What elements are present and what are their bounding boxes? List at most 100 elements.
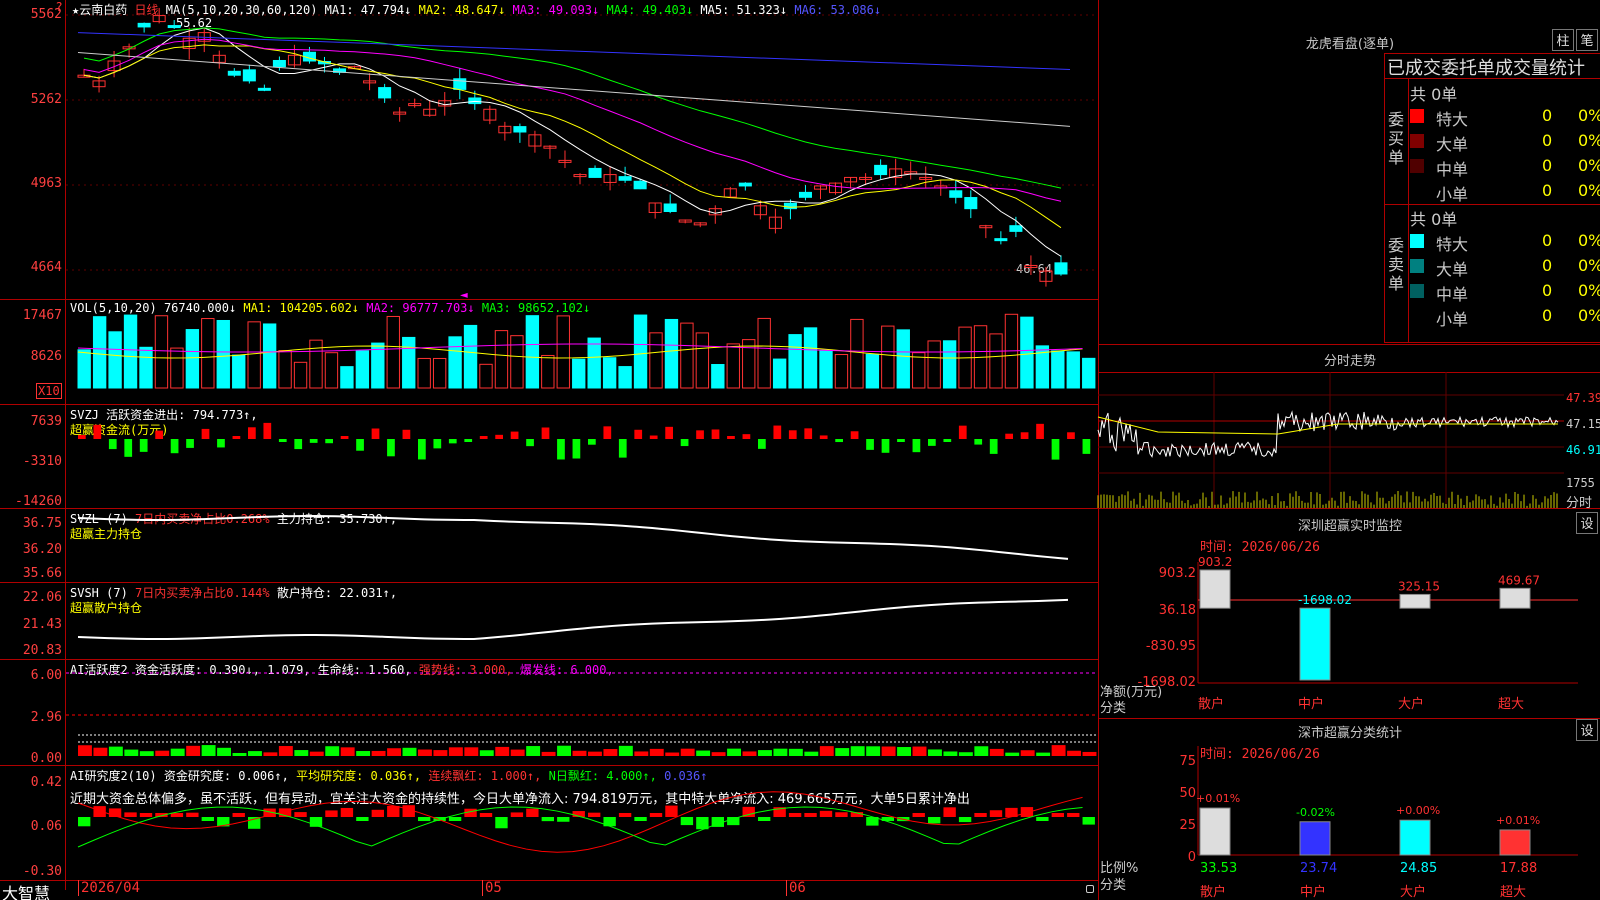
- flow-bar: [139, 439, 148, 452]
- pct-label: +0.01%: [1196, 792, 1240, 805]
- buy-row-s: 小单00%: [1436, 181, 1600, 204]
- volume-bar: [340, 366, 354, 389]
- category-label: 大户: [1400, 884, 1426, 900]
- candle: [468, 97, 482, 105]
- candle: [874, 164, 888, 176]
- research-bar: [510, 812, 524, 817]
- flow-bar: [495, 434, 503, 439]
- flow-bar: [340, 436, 349, 439]
- flow-bar: [618, 439, 627, 458]
- activity-bar: [93, 747, 108, 756]
- candle: [513, 126, 527, 133]
- brand-logo: 大智慧: [2, 884, 51, 900]
- flow-bar: [557, 439, 565, 460]
- activity-bar: [1082, 751, 1097, 756]
- flow-bar: [943, 439, 952, 442]
- volume-bar: [896, 329, 910, 389]
- panel-divider: [1098, 344, 1600, 345]
- flow-bar: [217, 439, 225, 448]
- intraday-chart[interactable]: [1097, 372, 1564, 508]
- flow-bar: [232, 436, 241, 439]
- volume-bar: [247, 321, 261, 389]
- swatch-icon: [1410, 159, 1424, 173]
- tick-mode-button[interactable]: 笔: [1576, 29, 1598, 51]
- volume-bar: [525, 315, 540, 389]
- flow-bar: [309, 439, 318, 443]
- activity-bar: [819, 746, 834, 756]
- retail-holding-chart: [77, 598, 1069, 640]
- volume-bar: [834, 354, 849, 389]
- flow-bar: [155, 430, 163, 439]
- flow-bar: [402, 429, 411, 439]
- candle: [994, 238, 1008, 242]
- activity-bar: [696, 750, 711, 756]
- lock-icon[interactable]: [1086, 885, 1094, 893]
- swatch-icon: [1410, 284, 1424, 298]
- research-bar: [418, 817, 431, 822]
- flow-bar: [356, 439, 364, 451]
- intraday-price-low: 46.91: [1566, 443, 1600, 457]
- activity-bar: [541, 751, 556, 756]
- intraday-vol: 1755: [1566, 476, 1595, 490]
- dragon-subtitle: 已成交委托单成交量统计: [1384, 53, 1600, 78]
- volume-bar: [742, 339, 756, 389]
- volume-bar: [154, 315, 169, 389]
- volume-bar: [1066, 351, 1080, 389]
- value-label: 24.85: [1400, 861, 1437, 876]
- volume-bar: [711, 364, 725, 389]
- volume-bar: [726, 343, 740, 389]
- candlestick-chart[interactable]: ◄: [0, 0, 1098, 301]
- candle: [227, 70, 241, 76]
- volume-bar: [262, 323, 277, 389]
- research-bar: [788, 812, 802, 817]
- activity-bar: [309, 751, 324, 756]
- volume-bar: [232, 354, 246, 389]
- flow-bar: [325, 439, 333, 444]
- research-bar: [680, 817, 694, 826]
- swatch-icon: [1410, 109, 1424, 123]
- research-bar: [371, 809, 384, 817]
- research-bar: [758, 817, 771, 821]
- category-label: 散户: [1198, 696, 1224, 712]
- activity-bar: [897, 747, 911, 756]
- flow-bar: [124, 439, 133, 457]
- dragon-border: [1384, 204, 1600, 205]
- volume-bar: [324, 352, 339, 389]
- activity-bar: [263, 752, 278, 756]
- volume-bar: [695, 332, 710, 389]
- activity-bar: [881, 746, 896, 756]
- volume-bar: [633, 314, 648, 389]
- research-bar: [819, 810, 833, 817]
- sell-row-xl: 特大00%: [1410, 229, 1600, 254]
- research-bar: [541, 817, 554, 822]
- research-bar: [974, 813, 987, 817]
- research-bar: [943, 807, 956, 817]
- volume-bar: [432, 357, 447, 389]
- flow-bar: [108, 439, 117, 450]
- flow-bar: [78, 435, 86, 439]
- volume-bar: [402, 336, 416, 389]
- candle: [964, 197, 978, 210]
- research-bar: [78, 817, 91, 827]
- date-axis-start: 2026/04: [78, 880, 140, 896]
- category-label: 中户: [1298, 696, 1324, 712]
- intraday-price-mid: 47.15: [1566, 417, 1600, 431]
- activity-bar: [958, 752, 973, 756]
- candle: [618, 176, 632, 181]
- flow-bar: [680, 439, 689, 447]
- activity-bar: [1067, 750, 1081, 756]
- flow-bar: [912, 439, 921, 453]
- pct-label: -0.02%: [1296, 806, 1335, 819]
- net-amount-bar: [1299, 607, 1331, 681]
- bar-value-label: -1698.02: [1298, 593, 1352, 607]
- activity-bar: [124, 749, 139, 756]
- research-bar: [727, 817, 740, 826]
- activity-bar: [418, 749, 432, 756]
- activity-bar: [294, 750, 309, 756]
- flow-bar: [541, 427, 550, 439]
- ma4-line: [83, 27, 1062, 189]
- bar-mode-button[interactable]: 柱: [1552, 29, 1574, 51]
- volume-bar: [386, 315, 400, 389]
- flow-bar: [788, 430, 797, 439]
- research-bar: [294, 812, 307, 817]
